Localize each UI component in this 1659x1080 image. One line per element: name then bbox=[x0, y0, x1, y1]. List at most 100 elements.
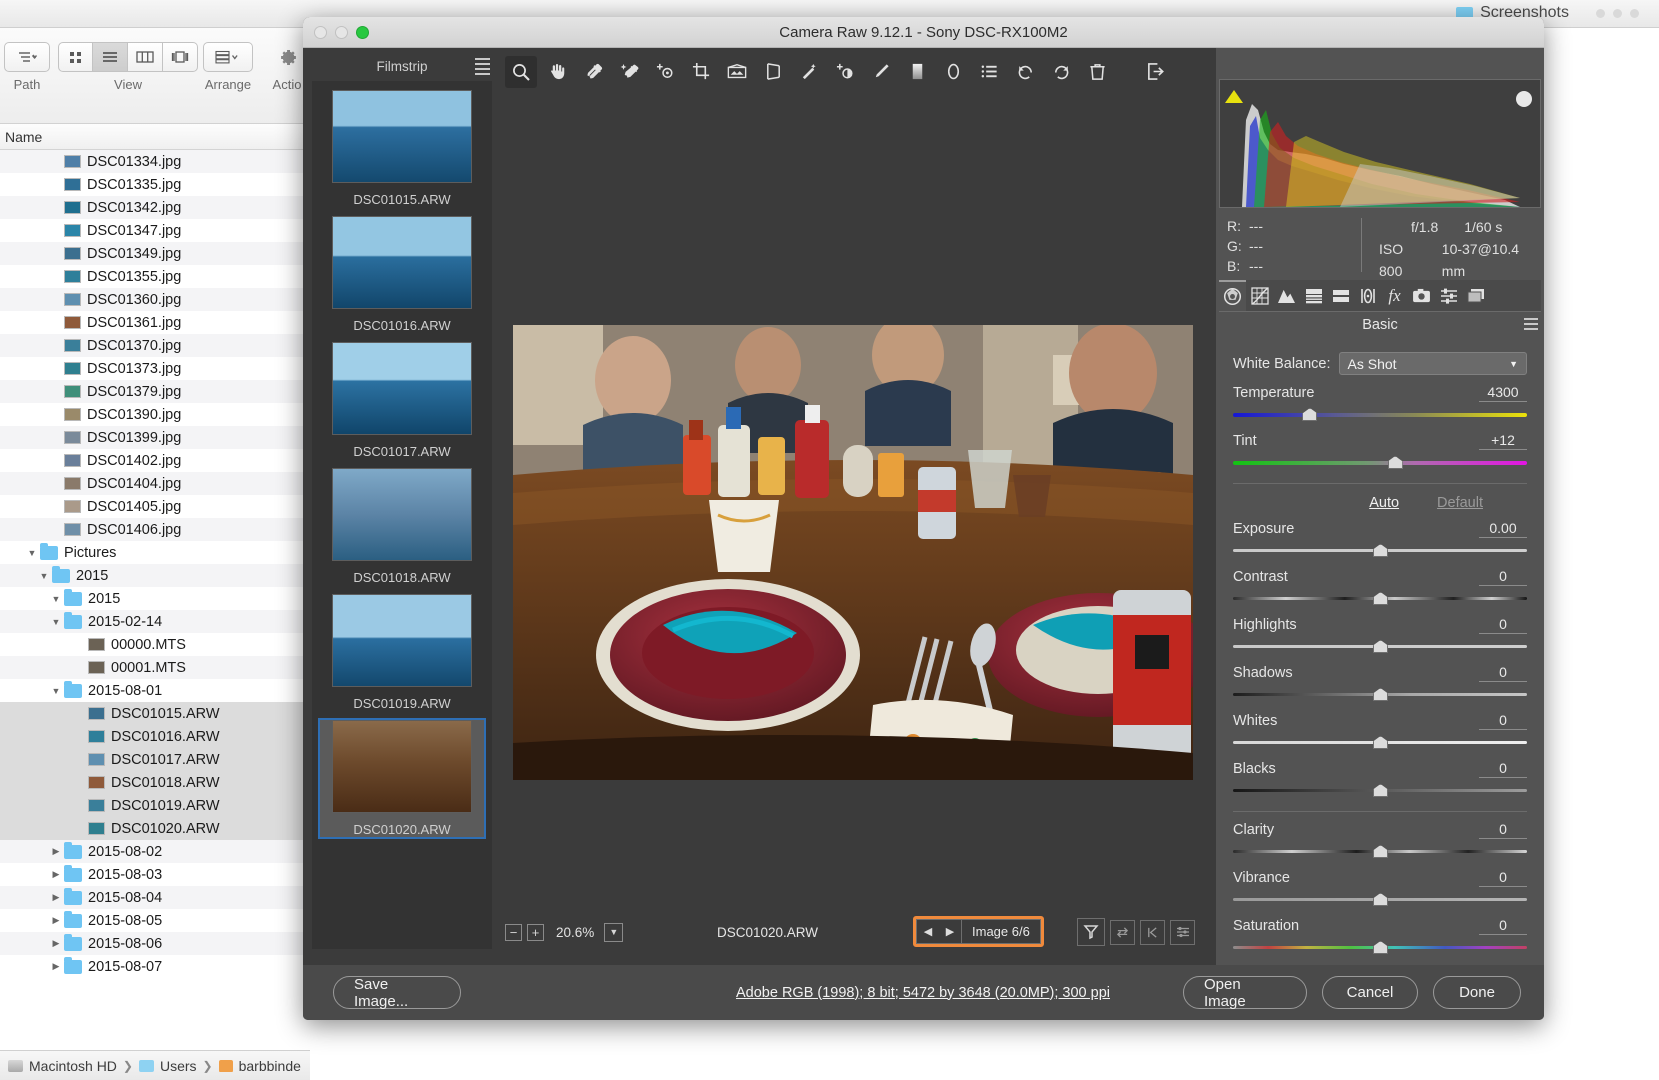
next-image-button[interactable]: ▶ bbox=[939, 925, 961, 938]
slider-track[interactable] bbox=[1233, 892, 1527, 908]
file-row[interactable]: DSC01355.jpg bbox=[0, 265, 310, 288]
slider-whites[interactable]: Whites 0 bbox=[1219, 703, 1541, 751]
folder-row[interactable]: ▶ 2015-08-02 bbox=[0, 840, 310, 863]
folder-row[interactable]: ▶ 2015-08-03 bbox=[0, 863, 310, 886]
slider-temperature[interactable]: Temperature 4300 bbox=[1219, 375, 1541, 423]
file-row[interactable]: DSC01390.jpg bbox=[0, 403, 310, 426]
maximize-button[interactable] bbox=[356, 26, 369, 39]
open-image-button[interactable]: Open Image bbox=[1183, 976, 1307, 1010]
slider-track[interactable] bbox=[1233, 844, 1527, 860]
slider-value[interactable]: 4300 bbox=[1479, 384, 1527, 402]
previous-filmstrip-icon[interactable] bbox=[1140, 919, 1165, 945]
file-row[interactable]: DSC01017.ARW bbox=[0, 748, 310, 771]
disclosure-closed-icon[interactable]: ▶ bbox=[48, 938, 64, 949]
file-row[interactable]: DSC01015.ARW bbox=[0, 702, 310, 725]
preview-image[interactable] bbox=[513, 325, 1193, 780]
spot-removal-tool[interactable] bbox=[793, 56, 825, 88]
presets-panel-tab[interactable] bbox=[1435, 280, 1462, 311]
slider-track[interactable] bbox=[1233, 407, 1527, 423]
filmstrip-item[interactable]: DSC01015.ARW bbox=[320, 90, 484, 207]
file-row[interactable]: DSC01405.jpg bbox=[0, 495, 310, 518]
filmstrip-settings-icon[interactable] bbox=[1170, 919, 1195, 945]
delete-tool[interactable] bbox=[1081, 56, 1113, 88]
image-navigation[interactable]: ◀ ▶ Image 6/6 bbox=[913, 916, 1044, 947]
preferences-tool[interactable] bbox=[973, 56, 1005, 88]
filmstrip-thumbnail[interactable] bbox=[332, 342, 472, 435]
file-row[interactable]: DSC01373.jpg bbox=[0, 357, 310, 380]
zoom-out-button[interactable]: − bbox=[505, 923, 522, 941]
filmstrip[interactable]: DSC01015.ARW DSC01016.ARW DSC01017.ARW DSC0… bbox=[312, 81, 492, 949]
statusbar-right-buttons[interactable] bbox=[1077, 918, 1195, 946]
slider-value[interactable]: 0 bbox=[1479, 568, 1527, 586]
previous-image-button[interactable]: ◀ bbox=[917, 925, 939, 938]
slider-shadows[interactable]: Shadows 0 bbox=[1219, 655, 1541, 703]
tone-sliders[interactable]: Exposure 0.00 Contrast 0 Highlights 0 Shadows 0… bbox=[1219, 511, 1541, 799]
cancel-button[interactable]: Cancel bbox=[1322, 976, 1418, 1009]
view-icon-gallery[interactable] bbox=[163, 42, 198, 72]
slider-value[interactable]: 0 bbox=[1479, 712, 1527, 730]
rotate-counterclockwise-tool[interactable] bbox=[1009, 56, 1041, 88]
arrange-icon[interactable] bbox=[203, 42, 253, 72]
slider-highlights[interactable]: Highlights 0 bbox=[1219, 607, 1541, 655]
disclosure-closed-icon[interactable]: ▶ bbox=[48, 915, 64, 926]
filmstrip-thumbnail[interactable] bbox=[332, 468, 472, 561]
slider-value[interactable]: 0 bbox=[1479, 616, 1527, 634]
slider-exposure[interactable]: Exposure 0.00 bbox=[1219, 511, 1541, 559]
disclosure-open-icon[interactable]: ▼ bbox=[24, 548, 40, 558]
slider-track[interactable] bbox=[1233, 591, 1527, 607]
white-balance-eyedropper-tool[interactable] bbox=[577, 56, 609, 88]
filmstrip-item[interactable]: DSC01020.ARW bbox=[318, 718, 486, 839]
adjustment-brush-tool[interactable] bbox=[865, 56, 897, 88]
rotate-clockwise-tool[interactable] bbox=[1045, 56, 1077, 88]
file-row[interactable]: DSC01399.jpg bbox=[0, 426, 310, 449]
file-row[interactable]: DSC01018.ARW bbox=[0, 771, 310, 794]
slider-blacks[interactable]: Blacks 0 bbox=[1219, 751, 1541, 799]
folder-row[interactable]: ▶ 2015-08-04 bbox=[0, 886, 310, 909]
folder-row[interactable]: ▼ 2015-08-01 bbox=[0, 679, 310, 702]
slider-handle[interactable] bbox=[1373, 640, 1388, 653]
file-row[interactable]: DSC01016.ARW bbox=[0, 725, 310, 748]
file-row[interactable]: DSC01335.jpg bbox=[0, 173, 310, 196]
transform-tool[interactable] bbox=[757, 56, 789, 88]
slider-track[interactable] bbox=[1233, 783, 1527, 799]
hand-tool[interactable] bbox=[541, 56, 573, 88]
red-eye-removal-tool[interactable] bbox=[829, 56, 861, 88]
slider-clarity[interactable]: Clarity 0 bbox=[1219, 812, 1541, 860]
basic-panel-tab[interactable] bbox=[1219, 280, 1246, 311]
folder-row[interactable]: ▶ 2015-08-06 bbox=[0, 932, 310, 955]
file-row[interactable]: DSC01019.ARW bbox=[0, 794, 310, 817]
file-row[interactable]: DSC01347.jpg bbox=[0, 219, 310, 242]
folder-row[interactable]: ▼ 2015 bbox=[0, 587, 310, 610]
file-row[interactable]: DSC01402.jpg bbox=[0, 449, 310, 472]
file-row[interactable]: 00001.MTS bbox=[0, 656, 310, 679]
path-crumb-0[interactable]: Macintosh HD bbox=[29, 1058, 117, 1074]
slider-value[interactable]: 0 bbox=[1479, 821, 1527, 839]
slider-handle[interactable] bbox=[1302, 408, 1318, 421]
file-row[interactable]: DSC01360.jpg bbox=[0, 288, 310, 311]
column-header-name[interactable]: Name bbox=[0, 124, 310, 150]
filmstrip-item[interactable]: DSC01017.ARW bbox=[320, 342, 484, 459]
file-row[interactable]: DSC01020.ARW bbox=[0, 817, 310, 840]
shadow-clipping-warning-icon[interactable] bbox=[1225, 90, 1243, 103]
save-preferences-tool[interactable] bbox=[1139, 56, 1171, 88]
slider-handle[interactable] bbox=[1373, 845, 1388, 858]
folder-row[interactable]: ▶ 2015-08-07 bbox=[0, 955, 310, 978]
arrange-control[interactable]: Arrange bbox=[203, 42, 253, 92]
slider-handle[interactable] bbox=[1373, 893, 1388, 906]
zoom-level[interactable]: 20.6% bbox=[556, 925, 594, 940]
white-balance-select[interactable]: As Shot ▼ bbox=[1338, 352, 1527, 375]
window-controls[interactable] bbox=[314, 26, 369, 39]
slider-handle[interactable] bbox=[1373, 688, 1388, 701]
disclosure-open-icon[interactable]: ▼ bbox=[48, 594, 64, 604]
filmstrip-item[interactable]: DSC01019.ARW bbox=[320, 594, 484, 711]
slider-contrast[interactable]: Contrast 0 bbox=[1219, 559, 1541, 607]
panel-tabs[interactable]: fx bbox=[1219, 280, 1541, 312]
file-row[interactable]: DSC01342.jpg bbox=[0, 196, 310, 219]
slider-track[interactable] bbox=[1233, 940, 1527, 956]
slider-track[interactable] bbox=[1233, 543, 1527, 559]
disclosure-open-icon[interactable]: ▼ bbox=[48, 686, 64, 696]
slider-value[interactable]: 0 bbox=[1479, 917, 1527, 935]
straighten-tool[interactable] bbox=[721, 56, 753, 88]
file-row[interactable]: 00000.MTS bbox=[0, 633, 310, 656]
effects-panel-tab[interactable]: fx bbox=[1381, 280, 1408, 311]
